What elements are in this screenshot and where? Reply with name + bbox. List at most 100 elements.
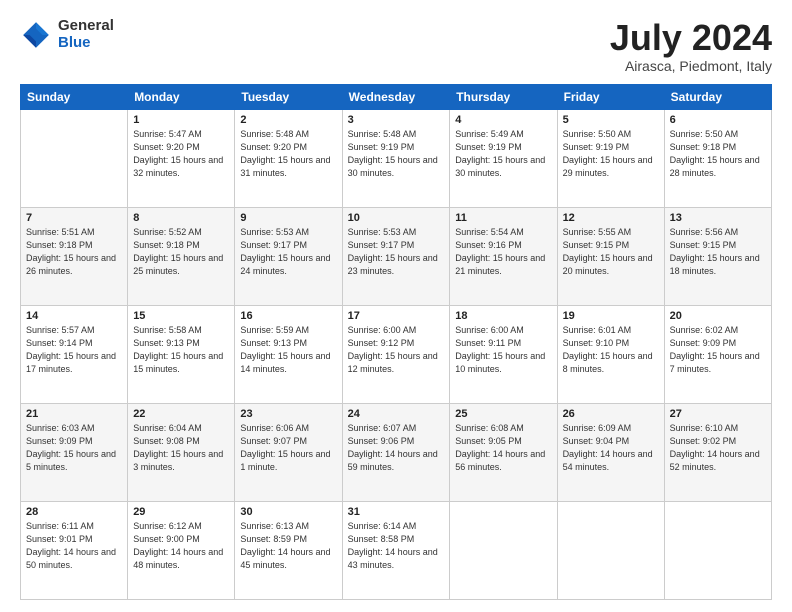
table-cell: [557, 501, 664, 599]
day-number: 7: [26, 212, 122, 224]
calendar-location: Airasca, Piedmont, Italy: [610, 58, 772, 74]
day-number: 17: [348, 310, 445, 322]
table-cell: 7 Sunrise: 5:51 AM Sunset: 9:18 PM Daylig…: [21, 207, 128, 305]
day-number: 29: [133, 506, 229, 518]
header: General Blue July 2024 Airasca, Piedmont…: [20, 18, 772, 74]
day-info: Sunrise: 5:47 AM Sunset: 9:20 PM Dayligh…: [133, 128, 229, 180]
day-number: 30: [240, 506, 336, 518]
logo-text: General Blue: [58, 18, 114, 51]
week-row-3: 14Sunrise: 5:57 AM Sunset: 9:14 PM Dayli…: [21, 305, 772, 403]
day-info: Sunrise: 6:08 AM Sunset: 9:05 PM Dayligh…: [455, 422, 551, 474]
week-row-5: 28 Sunrise: 6:11 AM Sunset: 9:01 PM Dayli…: [21, 501, 772, 599]
day-number: 4: [455, 114, 551, 126]
day-info: Sunrise: 6:01 AM Sunset: 9:10 PM Dayligh…: [563, 324, 659, 376]
day-number: 28: [26, 506, 122, 518]
day-info: Sunrise: 5:48 AM Sunset: 9:20 PM Dayligh…: [240, 128, 336, 180]
table-cell: [450, 501, 557, 599]
day-info: Sunrise: 5:53 AM Sunset: 9:17 PM Dayligh…: [240, 226, 336, 278]
table-cell: 31 Sunrise: 6:14 AM Sunset: 8:58 PM Dayli…: [342, 501, 450, 599]
header-monday: Monday: [128, 84, 235, 109]
day-info: Sunrise: 6:03 AM Sunset: 9:09 PM Dayligh…: [26, 422, 122, 474]
table-cell: 18Sunrise: 6:00 AM Sunset: 9:11 PM Dayli…: [450, 305, 557, 403]
day-number: 23: [240, 408, 336, 420]
day-info: Sunrise: 6:00 AM Sunset: 9:11 PM Dayligh…: [455, 324, 551, 376]
day-info: Sunrise: 6:12 AM Sunset: 9:00 PM Dayligh…: [133, 520, 229, 572]
table-cell: 15Sunrise: 5:58 AM Sunset: 9:13 PM Dayli…: [128, 305, 235, 403]
day-number: 10: [348, 212, 445, 224]
table-cell: 6 Sunrise: 5:50 AM Sunset: 9:18 PM Daylig…: [664, 109, 771, 207]
logo-general-text: General: [58, 18, 114, 35]
day-info: Sunrise: 5:55 AM Sunset: 9:15 PM Dayligh…: [563, 226, 659, 278]
calendar-title: July 2024: [610, 18, 772, 58]
table-cell: 8Sunrise: 5:52 AM Sunset: 9:18 PM Daylig…: [128, 207, 235, 305]
day-info: Sunrise: 6:13 AM Sunset: 8:59 PM Dayligh…: [240, 520, 336, 572]
day-info: Sunrise: 6:02 AM Sunset: 9:09 PM Dayligh…: [670, 324, 766, 376]
day-info: Sunrise: 6:06 AM Sunset: 9:07 PM Dayligh…: [240, 422, 336, 474]
table-cell: 4 Sunrise: 5:49 AM Sunset: 9:19 PM Daylig…: [450, 109, 557, 207]
header-friday: Friday: [557, 84, 664, 109]
table-cell: 29 Sunrise: 6:12 AM Sunset: 9:00 PM Dayli…: [128, 501, 235, 599]
table-cell: 22 Sunrise: 6:04 AM Sunset: 9:08 PM Dayli…: [128, 403, 235, 501]
table-cell: 26Sunrise: 6:09 AM Sunset: 9:04 PM Dayli…: [557, 403, 664, 501]
day-info: Sunrise: 6:07 AM Sunset: 9:06 PM Dayligh…: [348, 422, 445, 474]
day-number: 16: [240, 310, 336, 322]
day-info: Sunrise: 5:59 AM Sunset: 9:13 PM Dayligh…: [240, 324, 336, 376]
day-number: 6: [670, 114, 766, 126]
week-row-4: 21 Sunrise: 6:03 AM Sunset: 9:09 PM Dayli…: [21, 403, 772, 501]
table-cell: 30 Sunrise: 6:13 AM Sunset: 8:59 PM Dayli…: [235, 501, 342, 599]
table-cell: 3 Sunrise: 5:48 AM Sunset: 9:19 PM Daylig…: [342, 109, 450, 207]
title-block: July 2024 Airasca, Piedmont, Italy: [610, 18, 772, 74]
calendar-page: General Blue July 2024 Airasca, Piedmont…: [0, 0, 792, 612]
table-cell: 20 Sunrise: 6:02 AM Sunset: 9:09 PM Dayli…: [664, 305, 771, 403]
day-number: 9: [240, 212, 336, 224]
day-info: Sunrise: 5:51 AM Sunset: 9:18 PM Dayligh…: [26, 226, 122, 278]
table-cell: 12 Sunrise: 5:55 AM Sunset: 9:15 PM Dayli…: [557, 207, 664, 305]
day-info: Sunrise: 6:00 AM Sunset: 9:12 PM Dayligh…: [348, 324, 445, 376]
table-cell: 27Sunrise: 6:10 AM Sunset: 9:02 PM Dayli…: [664, 403, 771, 501]
day-info: Sunrise: 5:50 AM Sunset: 9:19 PM Dayligh…: [563, 128, 659, 180]
day-info: Sunrise: 5:50 AM Sunset: 9:18 PM Dayligh…: [670, 128, 766, 180]
table-cell: 10Sunrise: 5:53 AM Sunset: 9:17 PM Dayli…: [342, 207, 450, 305]
day-number: 11: [455, 212, 551, 224]
header-sunday: Sunday: [21, 84, 128, 109]
day-number: 24: [348, 408, 445, 420]
day-info: Sunrise: 5:52 AM Sunset: 9:18 PM Dayligh…: [133, 226, 229, 278]
day-number: 31: [348, 506, 445, 518]
table-cell: 28 Sunrise: 6:11 AM Sunset: 9:01 PM Dayli…: [21, 501, 128, 599]
day-number: 26: [563, 408, 659, 420]
table-cell: 1 Sunrise: 5:47 AM Sunset: 9:20 PM Daylig…: [128, 109, 235, 207]
day-info: Sunrise: 5:56 AM Sunset: 9:15 PM Dayligh…: [670, 226, 766, 278]
header-saturday: Saturday: [664, 84, 771, 109]
week-row-2: 7 Sunrise: 5:51 AM Sunset: 9:18 PM Daylig…: [21, 207, 772, 305]
day-info: Sunrise: 5:58 AM Sunset: 9:13 PM Dayligh…: [133, 324, 229, 376]
week-row-1: 1 Sunrise: 5:47 AM Sunset: 9:20 PM Daylig…: [21, 109, 772, 207]
day-info: Sunrise: 5:48 AM Sunset: 9:19 PM Dayligh…: [348, 128, 445, 180]
day-number: 5: [563, 114, 659, 126]
table-cell: [21, 109, 128, 207]
logo: General Blue: [20, 18, 114, 51]
day-info: Sunrise: 6:14 AM Sunset: 8:58 PM Dayligh…: [348, 520, 445, 572]
day-number: 22: [133, 408, 229, 420]
table-cell: [664, 501, 771, 599]
day-number: 12: [563, 212, 659, 224]
day-info: Sunrise: 5:54 AM Sunset: 9:16 PM Dayligh…: [455, 226, 551, 278]
calendar-table: Sunday Monday Tuesday Wednesday Thursday…: [20, 84, 772, 600]
header-thursday: Thursday: [450, 84, 557, 109]
weekday-header-row: Sunday Monday Tuesday Wednesday Thursday…: [21, 84, 772, 109]
table-cell: 19Sunrise: 6:01 AM Sunset: 9:10 PM Dayli…: [557, 305, 664, 403]
day-number: 2: [240, 114, 336, 126]
table-cell: 25 Sunrise: 6:08 AM Sunset: 9:05 PM Dayli…: [450, 403, 557, 501]
table-cell: 14Sunrise: 5:57 AM Sunset: 9:14 PM Dayli…: [21, 305, 128, 403]
day-number: 25: [455, 408, 551, 420]
day-number: 20: [670, 310, 766, 322]
day-info: Sunrise: 5:49 AM Sunset: 9:19 PM Dayligh…: [455, 128, 551, 180]
day-number: 3: [348, 114, 445, 126]
logo-blue-text: Blue: [58, 35, 114, 52]
day-number: 1: [133, 114, 229, 126]
table-cell: 23 Sunrise: 6:06 AM Sunset: 9:07 PM Dayli…: [235, 403, 342, 501]
header-tuesday: Tuesday: [235, 84, 342, 109]
table-cell: 9 Sunrise: 5:53 AM Sunset: 9:17 PM Daylig…: [235, 207, 342, 305]
day-number: 21: [26, 408, 122, 420]
day-info: Sunrise: 6:04 AM Sunset: 9:08 PM Dayligh…: [133, 422, 229, 474]
day-info: Sunrise: 6:11 AM Sunset: 9:01 PM Dayligh…: [26, 520, 122, 572]
